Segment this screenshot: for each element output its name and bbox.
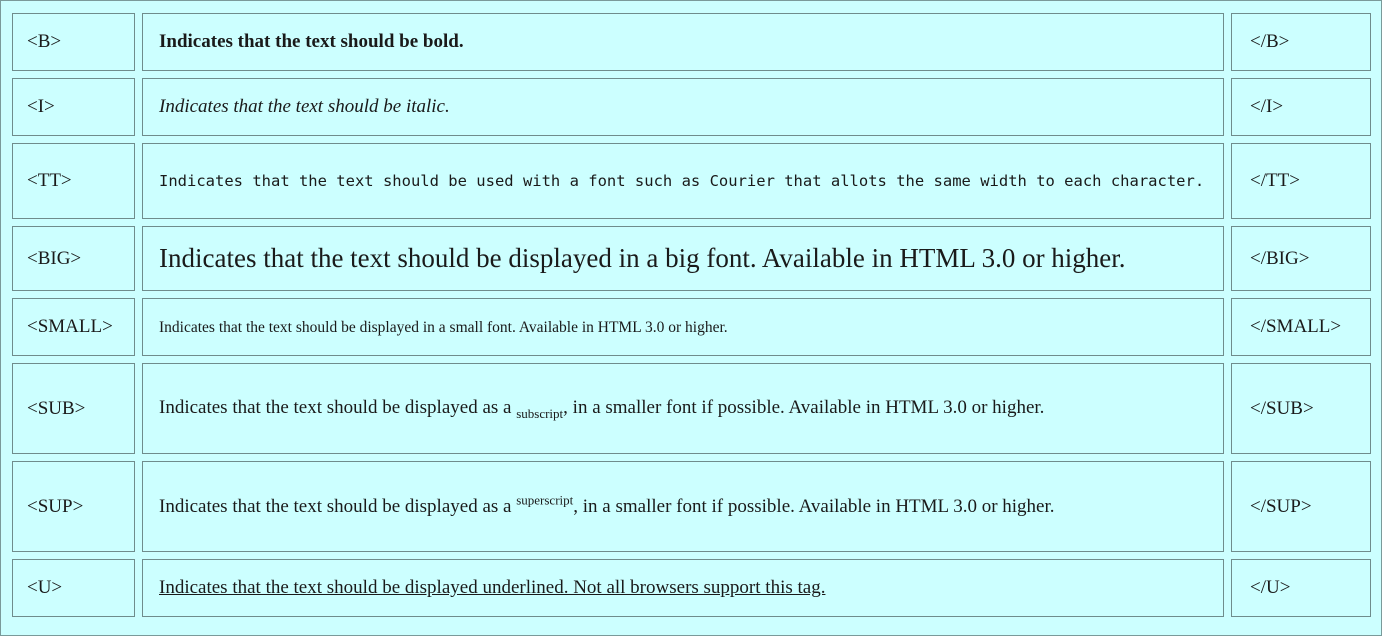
close-tag-cell: </SUB> bbox=[1231, 363, 1371, 454]
description-text-start: Indicates that the text should be displa… bbox=[159, 495, 517, 517]
table-row: <I> Indicates that the text should be it… bbox=[12, 78, 1371, 136]
table-row: <B> Indicates that the text should be bo… bbox=[12, 13, 1371, 71]
open-tag-cell: <BIG> bbox=[12, 226, 135, 291]
page: <B> Indicates that the text should be bo… bbox=[0, 0, 1382, 636]
table-row: <TT> Indicates that the text should be u… bbox=[12, 143, 1371, 219]
open-tag-cell: <U> bbox=[12, 559, 135, 617]
table-row: <SUP> Indicates that the text should be … bbox=[12, 461, 1371, 552]
description-cell: Indicates that the text should be displa… bbox=[142, 461, 1224, 552]
close-tag-cell: </SUP> bbox=[1231, 461, 1371, 552]
description-cell: Indicates that the text should be displa… bbox=[142, 559, 1224, 617]
description-text: Indicates that the text should be displa… bbox=[159, 577, 826, 599]
close-tag-cell: </I> bbox=[1231, 78, 1371, 136]
open-tag-cell: <SUB> bbox=[12, 363, 135, 454]
description-text: Indicates that the text should be displa… bbox=[159, 396, 1045, 421]
close-tag-cell: </SMALL> bbox=[1231, 298, 1371, 356]
description-cell: Indicates that the text should be displa… bbox=[142, 363, 1224, 454]
close-tag-cell: </BIG> bbox=[1231, 226, 1371, 291]
open-tag-cell: <I> bbox=[12, 78, 135, 136]
description-text-end: , in a smaller font if possible. Availab… bbox=[563, 396, 1045, 418]
table-row: <U> Indicates that the text should be di… bbox=[12, 559, 1371, 617]
description-text-end: , in a smaller font if possible. Availab… bbox=[573, 495, 1055, 517]
close-tag-cell: </B> bbox=[1231, 13, 1371, 71]
description-text: Indicates that the text should be displa… bbox=[159, 492, 1055, 517]
open-tag-cell: <SMALL> bbox=[12, 298, 135, 356]
description-cell: Indicates that the text should be italic… bbox=[142, 78, 1224, 136]
superscript-sample: superscript bbox=[516, 492, 574, 508]
open-tag-cell: <TT> bbox=[12, 143, 135, 219]
description-text: Indicates that the text should be displa… bbox=[159, 319, 728, 337]
open-tag-cell: <SUP> bbox=[12, 461, 135, 552]
description-text: Indicates that the text should be bold. bbox=[159, 31, 464, 53]
close-tag-cell: </TT> bbox=[1231, 143, 1371, 219]
description-cell: Indicates that the text should be displa… bbox=[142, 298, 1224, 356]
description-text: Indicates that the text should be used w… bbox=[159, 172, 1205, 191]
description-text: Indicates that the text should be italic… bbox=[159, 96, 450, 118]
description-cell: Indicates that the text should be displa… bbox=[142, 226, 1224, 291]
description-cell: Indicates that the text should be bold. bbox=[142, 13, 1224, 71]
description-text: Indicates that the text should be displa… bbox=[159, 242, 1126, 273]
formatting-tags-table: <B> Indicates that the text should be bo… bbox=[5, 6, 1378, 624]
table-row: <SUB> Indicates that the text should be … bbox=[12, 363, 1371, 454]
close-tag-cell: </U> bbox=[1231, 559, 1371, 617]
description-cell: Indicates that the text should be used w… bbox=[142, 143, 1224, 219]
subscript-sample: subscript bbox=[516, 405, 564, 421]
open-tag-cell: <B> bbox=[12, 13, 135, 71]
table-row: <BIG> Indicates that the text should be … bbox=[12, 226, 1371, 291]
description-text-start: Indicates that the text should be displa… bbox=[159, 396, 517, 418]
table-row: <SMALL> Indicates that the text should b… bbox=[12, 298, 1371, 356]
